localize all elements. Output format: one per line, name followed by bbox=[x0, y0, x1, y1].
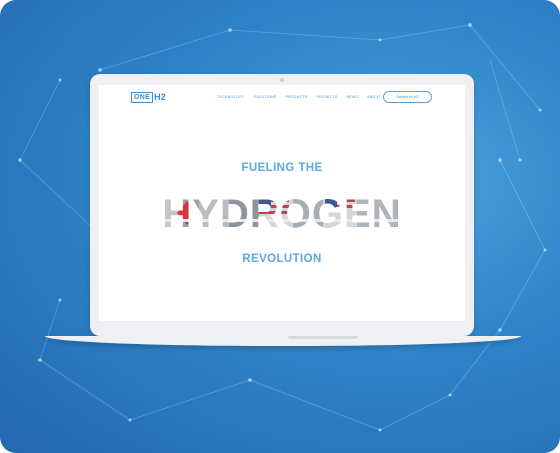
switch-to-h2-button[interactable]: Switch to H2 bbox=[383, 91, 432, 103]
hero-line-2: REVOLUTION bbox=[242, 253, 322, 265]
logo-boxed-text: ONE bbox=[131, 92, 154, 103]
nav-item-technology[interactable]: TECHNOLOGY bbox=[217, 95, 245, 100]
nav-item-solutions[interactable]: SOLUTIONS bbox=[254, 95, 277, 100]
site-header: ONE H2 TECHNOLOGY SOLUTIONS PRODUCTS PRO… bbox=[99, 85, 465, 111]
nav-item-projects[interactable]: PROJECTS bbox=[317, 95, 338, 100]
hero-hydrogen-word: HYDROGEN bbox=[162, 192, 402, 235]
site-logo[interactable]: ONE H2 bbox=[131, 92, 166, 103]
laptop-mockup: ONE H2 TECHNOLOGY SOLUTIONS PRODUCTS PRO… bbox=[90, 74, 474, 336]
nav-item-about[interactable]: ABOUT bbox=[367, 95, 381, 100]
main-nav: TECHNOLOGY SOLUTIONS PRODUCTS PROJECTS N… bbox=[217, 95, 381, 100]
logo-text: H2 bbox=[154, 92, 166, 102]
website-screen: ONE H2 TECHNOLOGY SOLUTIONS PRODUCTS PRO… bbox=[99, 85, 465, 321]
nav-item-products[interactable]: PRODUCTS bbox=[285, 95, 307, 100]
laptop-notch bbox=[288, 336, 358, 339]
webcam-dot bbox=[280, 78, 284, 82]
hero-line-1: FUELING THE bbox=[241, 162, 323, 174]
nav-item-news[interactable]: NEWS bbox=[347, 95, 359, 100]
